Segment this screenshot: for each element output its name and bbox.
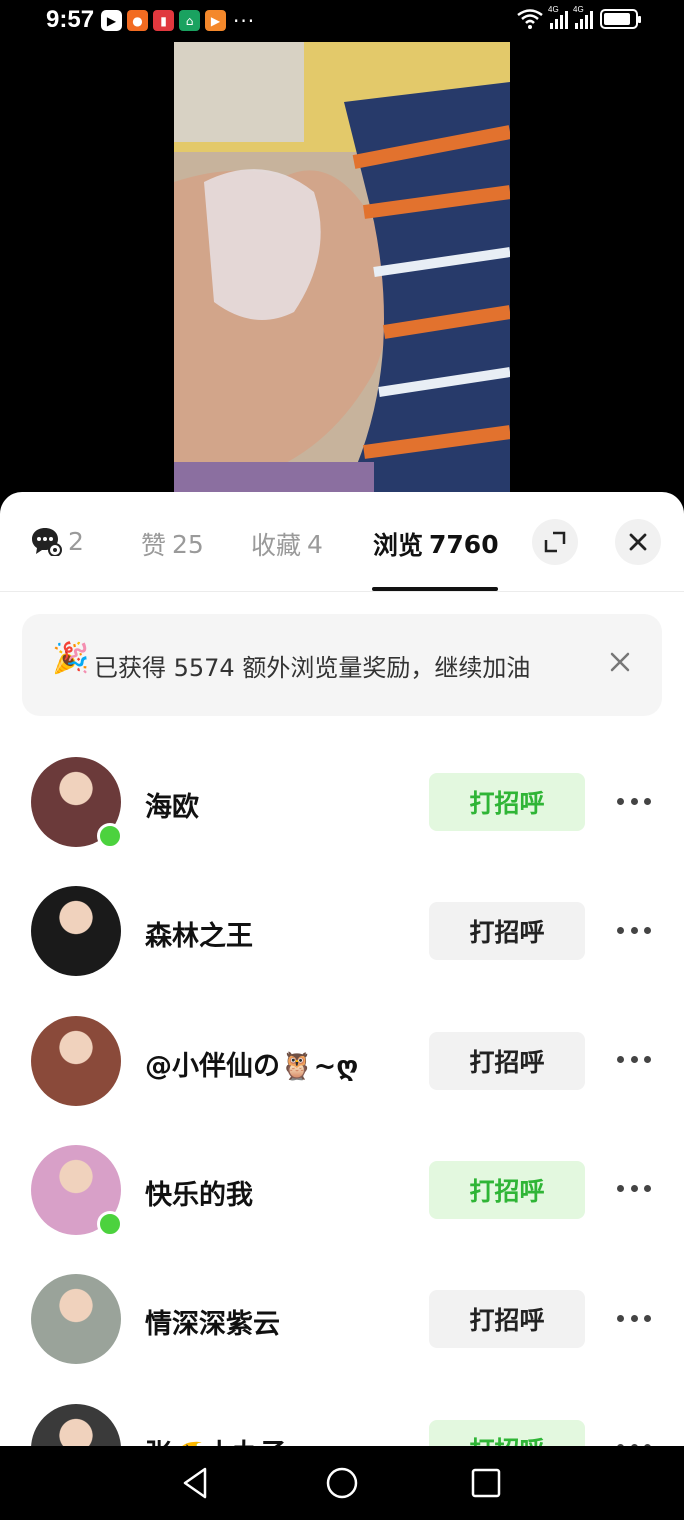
viewer-name[interactable]: 张🐠小丸子 bbox=[145, 1432, 287, 1447]
battery-icon bbox=[600, 9, 641, 29]
greet-button[interactable]: 打招呼 bbox=[429, 1290, 585, 1349]
status-bar: 9:57 ▶ ● ▮ ⌂ ▶ ··· 4G 4G bbox=[0, 0, 684, 42]
viewer-row[interactable]: @小伴仙の🦉~ღ 打招呼 bbox=[0, 1015, 684, 1145]
comment-settings-icon bbox=[32, 528, 62, 556]
red-book-icon: ▮ bbox=[153, 10, 174, 31]
system-icons: 4G 4G bbox=[517, 5, 641, 29]
expand-button[interactable] bbox=[532, 519, 578, 565]
tab-favorites[interactable]: 收藏 4 bbox=[251, 526, 323, 562]
greet-button[interactable]: 打招呼 bbox=[429, 1160, 585, 1219]
orange-play-icon: ▶ bbox=[205, 10, 226, 31]
status-time: 9:57 bbox=[46, 6, 95, 33]
tab-likes-count: 25 bbox=[172, 529, 204, 559]
avatar[interactable] bbox=[31, 886, 121, 977]
home-icon[interactable] bbox=[325, 1466, 359, 1500]
close-icon bbox=[629, 533, 647, 551]
viewer-row[interactable]: 情深深紫云 打招呼 bbox=[0, 1274, 684, 1403]
tab-likes-label: 赞 bbox=[141, 531, 167, 560]
online-status-dot bbox=[97, 823, 123, 849]
expand-icon bbox=[544, 531, 566, 553]
active-tab-indicator bbox=[372, 587, 498, 591]
notification-icons: ▶ ● ▮ ⌂ ▶ ··· bbox=[101, 10, 255, 31]
viewers-sheet: 2 赞 25 收藏 4 浏览 7760 🎉 已获得 5574 额外浏览量奖励，继… bbox=[0, 492, 684, 1446]
reward-banner-text: 已获得 5574 额外浏览量奖励，继续加油 bbox=[94, 654, 531, 682]
video-player[interactable] bbox=[174, 42, 510, 494]
greet-button[interactable]: 打招呼 bbox=[429, 1419, 585, 1446]
orange-app-icon: ● bbox=[127, 10, 148, 31]
tab-views-label: 浏览 bbox=[373, 531, 424, 560]
greet-button[interactable]: 打招呼 bbox=[429, 1031, 585, 1090]
avatar[interactable] bbox=[31, 1015, 121, 1106]
video-frame bbox=[174, 42, 510, 494]
viewer-row[interactable]: 张🐠小丸子 打招呼 bbox=[0, 1403, 684, 1447]
tab-comments[interactable]: 2 bbox=[30, 526, 84, 556]
viewer-row[interactable]: 森林之王 打招呼 bbox=[0, 886, 684, 1015]
more-notifications-icon: ··· bbox=[233, 8, 256, 33]
green-home-icon: ⌂ bbox=[179, 10, 200, 31]
signal-4g-icon: 4G bbox=[573, 5, 593, 29]
viewer-name[interactable]: @小伴仙の🦉~ღ bbox=[145, 1044, 358, 1083]
tab-favorites-label: 收藏 bbox=[251, 531, 302, 560]
recents-icon[interactable] bbox=[469, 1466, 503, 1500]
avatar[interactable] bbox=[31, 1274, 121, 1365]
reward-banner: 🎉 已获得 5574 额外浏览量奖励，继续加油 bbox=[22, 614, 662, 716]
tab-favorites-count: 4 bbox=[307, 529, 323, 559]
back-icon[interactable] bbox=[179, 1466, 213, 1500]
more-options-icon[interactable] bbox=[617, 1312, 651, 1324]
viewer-name[interactable]: 森林之王 bbox=[145, 914, 253, 953]
close-sheet-button[interactable] bbox=[615, 519, 661, 565]
more-options-icon[interactable] bbox=[617, 924, 651, 936]
tab-likes[interactable]: 赞 25 bbox=[141, 526, 204, 562]
viewer-name[interactable]: 快乐的我 bbox=[145, 1173, 253, 1212]
avatar[interactable] bbox=[31, 1403, 121, 1446]
video-play-icon: ▶ bbox=[101, 10, 122, 31]
more-options-icon[interactable] bbox=[617, 1054, 651, 1066]
more-options-icon[interactable] bbox=[617, 795, 651, 807]
party-popper-icon: 🎉 bbox=[52, 641, 90, 676]
signal-4g-icon: 4G bbox=[548, 5, 568, 29]
tab-views-count: 7760 bbox=[429, 529, 499, 559]
tab-bar: 2 赞 25 收藏 4 浏览 7760 bbox=[0, 492, 684, 592]
more-options-icon[interactable] bbox=[617, 1183, 651, 1195]
greet-button[interactable]: 打招呼 bbox=[429, 902, 585, 961]
tab-comments-count: 2 bbox=[68, 526, 84, 556]
system-nav-bar bbox=[0, 1446, 684, 1520]
viewer-row[interactable]: 快乐的我 打招呼 bbox=[0, 1144, 684, 1274]
wifi-icon bbox=[517, 9, 543, 29]
banner-close-icon[interactable] bbox=[608, 650, 632, 674]
viewer-name[interactable]: 海欧 bbox=[145, 785, 199, 824]
tab-views[interactable]: 浏览 7760 bbox=[373, 526, 499, 562]
viewer-row[interactable]: 海欧 打招呼 bbox=[0, 757, 684, 886]
greet-button[interactable]: 打招呼 bbox=[429, 773, 585, 831]
viewer-name[interactable]: 情深深紫云 bbox=[145, 1302, 280, 1341]
online-status-dot bbox=[97, 1210, 123, 1237]
